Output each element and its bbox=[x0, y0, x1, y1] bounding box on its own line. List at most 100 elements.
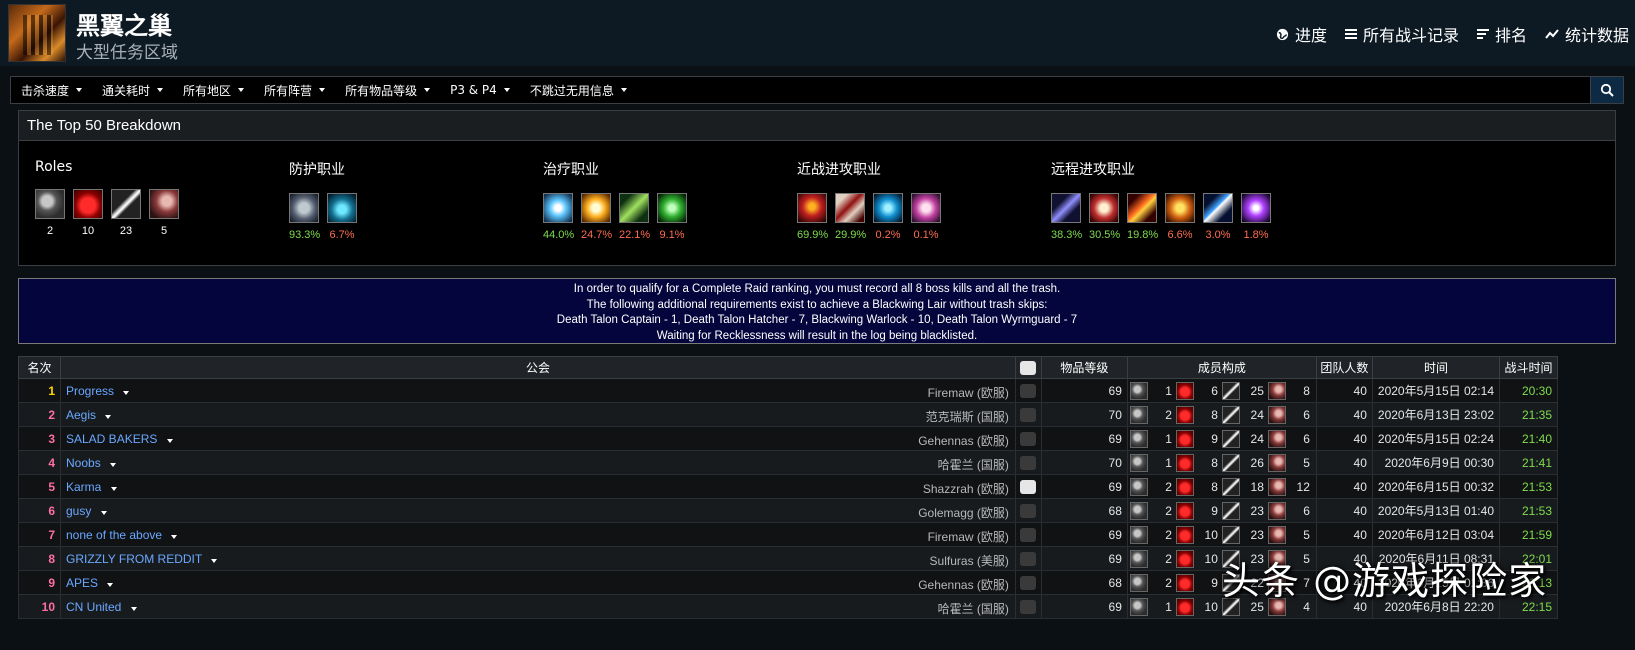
guild-link[interactable]: CN United bbox=[66, 600, 121, 614]
guild-header[interactable]: 公会 bbox=[60, 356, 1016, 379]
all-logs-link[interactable]: 所有战斗记录 bbox=[1344, 22, 1459, 46]
composition-cell: 1 8 26 5 bbox=[1126, 450, 1317, 475]
shadow-priest-icon bbox=[1241, 193, 1271, 223]
table-row[interactable]: 4 Noobs 哈霍兰 (国服) 70 1 8 26 5 40 2020年6月9日 00:30 2… bbox=[18, 450, 1558, 475]
caret-down-icon[interactable] bbox=[166, 438, 173, 443]
duration-cell[interactable]: 21:59 bbox=[1499, 522, 1558, 547]
healer-role-icon bbox=[1175, 381, 1194, 400]
role-melee[interactable]: 23 bbox=[111, 189, 141, 237]
caret-down-icon[interactable] bbox=[123, 390, 130, 395]
guild-link[interactable]: Noobs bbox=[66, 456, 101, 470]
duration-cell[interactable]: 21:35 bbox=[1499, 402, 1558, 427]
caret-down-icon[interactable] bbox=[171, 534, 178, 539]
ranged-spec-group: 远程进攻职业 38.3% 30.5% 19.8% 6.6% 3.0% 1.8% bbox=[1051, 159, 1271, 241]
guild-link[interactable]: GRIZZLY FROM REDDIT bbox=[66, 552, 202, 566]
date-header[interactable]: 时间 bbox=[1371, 356, 1501, 379]
caret-down-icon[interactable] bbox=[130, 606, 137, 611]
duration-cell[interactable]: 21:53 bbox=[1499, 474, 1558, 499]
table-row[interactable]: 3 SALAD BAKERS Gehennas (欧服) 69 1 9 24 6 40 2020… bbox=[18, 426, 1558, 451]
video-cell[interactable] bbox=[1014, 474, 1042, 499]
caret-down-icon[interactable] bbox=[100, 510, 107, 515]
caret-down-icon[interactable] bbox=[211, 558, 218, 563]
spec-feral-tank[interactable]: 6.7% bbox=[327, 193, 357, 241]
filter-kill-speed[interactable]: 击杀速度 bbox=[11, 77, 92, 103]
progress-link[interactable]: 进度 bbox=[1276, 22, 1327, 46]
spec-mage[interactable]: 30.5% bbox=[1089, 193, 1120, 241]
table-row[interactable]: 5 Karma Shazzrah (欧服) 69 2 8 18 12 40 2020年6月15日… bbox=[18, 474, 1558, 499]
caret-down-icon[interactable] bbox=[110, 486, 117, 491]
spec-protection-warrior[interactable]: 93.3% bbox=[289, 193, 320, 241]
spec-shadow-priest[interactable]: 1.8% bbox=[1241, 193, 1271, 241]
rank-header[interactable]: 名次 bbox=[18, 356, 61, 379]
youtube-icon bbox=[1020, 407, 1037, 422]
role-tank[interactable]: 2 bbox=[35, 189, 65, 237]
guild-link[interactable]: Progress bbox=[66, 384, 114, 398]
spec-feral-dps[interactable]: 0.2% bbox=[873, 193, 903, 241]
filter-trash-skip[interactable]: 不跳过无用信息 bbox=[520, 77, 637, 103]
caret-down-icon[interactable] bbox=[107, 582, 114, 587]
melee-role-icon bbox=[1221, 477, 1240, 496]
guild-link[interactable]: gusy bbox=[66, 504, 91, 518]
rank-cell: 2 bbox=[18, 402, 61, 427]
spec-rogue[interactable]: 29.9% bbox=[835, 193, 866, 241]
ranged-role-icon bbox=[1267, 501, 1286, 520]
spec-fury-warrior[interactable]: 69.9% bbox=[797, 193, 828, 241]
duration-cell[interactable]: 21:40 bbox=[1499, 426, 1558, 451]
guild-link[interactable]: APES bbox=[66, 576, 98, 590]
role-healer[interactable]: 10 bbox=[73, 189, 103, 237]
date-cell: 2020年6月9日 00:30 bbox=[1371, 450, 1501, 475]
spec-warlock[interactable]: 6.6% bbox=[1165, 193, 1195, 241]
filter-phase[interactable]: P3 & P4 bbox=[440, 77, 520, 103]
spec-fire-mage[interactable]: 19.8% bbox=[1127, 193, 1158, 241]
filter-faction[interactable]: 所有阵营 bbox=[254, 77, 335, 103]
caret-down-icon[interactable] bbox=[105, 414, 112, 419]
spec-restoration-druid[interactable]: 22.1% bbox=[619, 193, 650, 241]
caret-down-icon[interactable] bbox=[110, 462, 117, 467]
rankings-link[interactable]: 排名 bbox=[1476, 22, 1527, 46]
statistics-link[interactable]: 统计数据 bbox=[1545, 22, 1629, 46]
table-row[interactable]: 2 Aegis 范克瑞斯 (国服) 70 2 8 24 6 40 2020年6月13日 23:0… bbox=[18, 402, 1558, 427]
melee-role-icon bbox=[1221, 381, 1240, 400]
table-row[interactable]: 1 Progress Firemaw (欧服) 69 1 6 25 8 40 2020年5月15… bbox=[18, 378, 1558, 403]
guild-cell: CN United 哈霍兰 (国服) bbox=[60, 594, 1016, 619]
spec-restoration-shaman[interactable]: 9.1% bbox=[657, 193, 687, 241]
spec-elemental[interactable]: 3.0% bbox=[1203, 193, 1233, 241]
spec-percent: 6.6% bbox=[1167, 229, 1193, 241]
ranged-role-icon bbox=[149, 189, 179, 219]
table-row[interactable]: 6 gusy Golemagg (欧服) 68 2 9 23 6 40 2020年5月13日 0… bbox=[18, 498, 1558, 523]
guild-link[interactable]: SALAD BAKERS bbox=[66, 432, 157, 446]
guild-link[interactable]: Karma bbox=[66, 480, 101, 494]
tank-role-icon bbox=[1129, 477, 1148, 496]
ranged-count: 5 bbox=[1303, 527, 1310, 542]
filter-item-level[interactable]: 所有物品等级 bbox=[335, 77, 440, 103]
duration-cell[interactable]: 20:30 bbox=[1499, 378, 1558, 403]
filter-clear-time[interactable]: 通关耗时 bbox=[92, 77, 173, 103]
duration-cell[interactable]: 21:53 bbox=[1499, 498, 1558, 523]
guild-link[interactable]: none of the above bbox=[66, 528, 162, 542]
duration-header[interactable]: 战斗时间 bbox=[1499, 356, 1558, 379]
guild-cell: APES Gehennas (欧服) bbox=[60, 570, 1016, 595]
raid-size-header[interactable]: 团队人数 bbox=[1315, 356, 1373, 379]
guild-link[interactable]: Aegis bbox=[66, 408, 96, 422]
duration-cell[interactable]: 21:41 bbox=[1499, 450, 1558, 475]
group-title: 远程进攻职业 bbox=[1051, 162, 1135, 178]
melee-role-icon bbox=[1221, 453, 1240, 472]
role-ranged[interactable]: 5 bbox=[149, 189, 179, 237]
melee-count: 24 bbox=[1250, 431, 1264, 446]
raid-size-cell: 40 bbox=[1315, 522, 1373, 547]
raid-size-cell: 40 bbox=[1315, 450, 1373, 475]
spec-retribution[interactable]: 0.1% bbox=[911, 193, 941, 241]
healer-role-icon bbox=[73, 189, 103, 219]
healer-role-icon bbox=[1175, 501, 1194, 520]
video-cell bbox=[1014, 546, 1042, 571]
tank-count: 2 bbox=[1165, 551, 1172, 566]
table-row[interactable]: 7 none of the above Firemaw (欧服) 69 2 10 23 5 4… bbox=[18, 522, 1558, 547]
spec-hunter[interactable]: 38.3% bbox=[1051, 193, 1082, 241]
melee-count: 24 bbox=[1250, 407, 1264, 422]
filter-region[interactable]: 所有地区 bbox=[173, 77, 254, 103]
spec-holy-priest[interactable]: 24.7% bbox=[581, 193, 612, 241]
search-button[interactable] bbox=[1590, 76, 1624, 104]
spec-holy-paladin[interactable]: 44.0% bbox=[543, 193, 574, 241]
ilvl-header[interactable]: 物品等级 bbox=[1040, 356, 1128, 379]
melee-role-icon bbox=[1221, 501, 1240, 520]
